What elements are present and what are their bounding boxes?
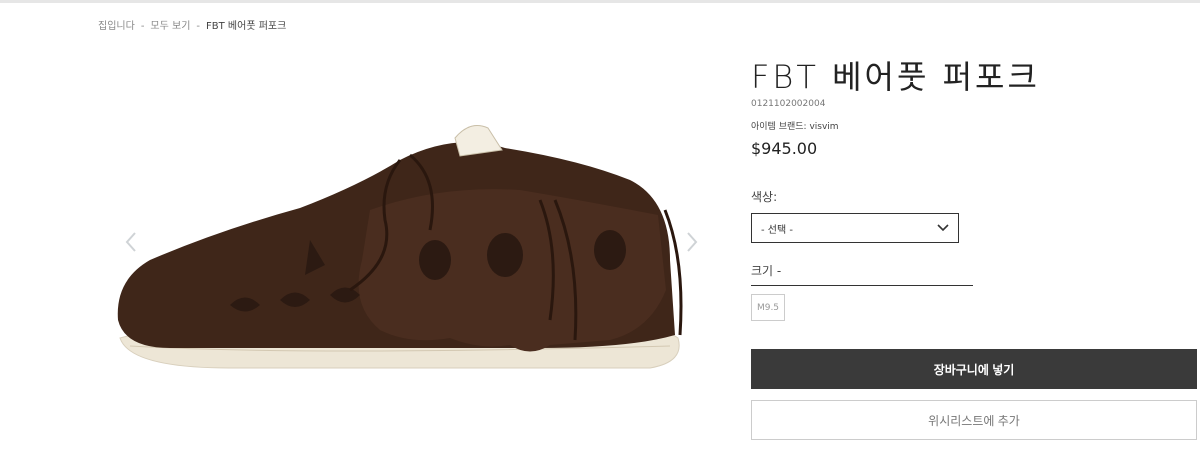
top-divider: [0, 0, 1200, 3]
size-option-m9-5[interactable]: M9.5: [751, 294, 785, 321]
brand-row: 아이템 브랜드: visvim: [751, 119, 839, 132]
breadcrumb-home[interactable]: 집입니다: [98, 17, 135, 32]
breadcrumb-current: FBT 베어풋 퍼포크: [206, 21, 287, 32]
add-to-wishlist-button[interactable]: 위시리스트에 추가: [751, 400, 1197, 440]
color-label: 색상:: [751, 190, 778, 204]
brand-label: 아이템 브랜드:: [751, 122, 807, 132]
add-to-cart-button[interactable]: 장바구니에 넣기: [751, 349, 1197, 389]
brand-value[interactable]: visvim: [809, 122, 838, 132]
color-select[interactable]: - 선택 -: [751, 213, 959, 243]
breadcrumb-separator: -: [196, 21, 201, 32]
breadcrumb-all[interactable]: 모두 보기: [150, 17, 190, 32]
breadcrumb-separator: -: [140, 21, 145, 32]
size-label: 크기 -: [751, 262, 973, 286]
chevron-down-icon: [937, 224, 949, 232]
product-sku: 0121102002004: [751, 99, 826, 109]
product-gallery: [110, 60, 710, 430]
product-title: FBT 베어풋 퍼포크: [751, 58, 1040, 96]
color-select-value: - 선택 -: [761, 224, 793, 236]
product-price: $945.00: [751, 139, 818, 158]
breadcrumb: 집입니다 - 모두 보기 - FBT 베어풋 퍼포크: [98, 17, 286, 32]
product-image: [117, 125, 683, 369]
